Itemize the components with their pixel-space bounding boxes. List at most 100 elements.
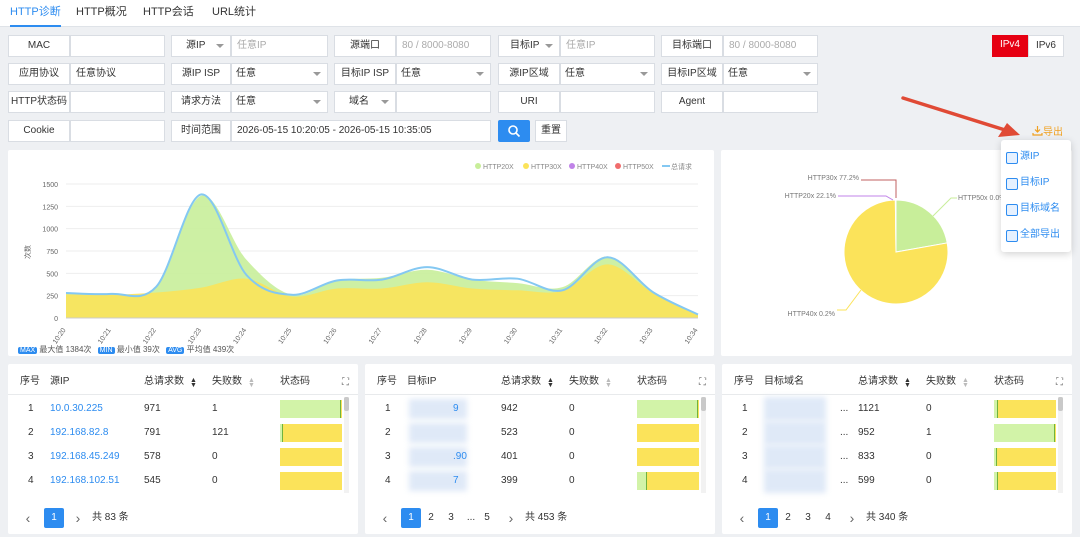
tab-http-diagnosis[interactable]: HTTP诊断 (10, 0, 61, 27)
prev-page-icon[interactable]: ‹ (375, 508, 395, 528)
column-header: 序号 (377, 376, 397, 387)
column-header: 状态码 (637, 376, 667, 387)
page-button[interactable]: 5 (477, 508, 497, 528)
dst-region-select[interactable]: 任意 (723, 63, 818, 85)
export-dst-ip[interactable]: 目标IP (1006, 173, 1049, 193)
dst-isp-select[interactable]: 任意 (396, 63, 491, 85)
min-tag: MIN (97, 347, 115, 354)
reset-button[interactable]: 重置 (535, 120, 567, 142)
dst-port-input[interactable]: 80 / 8000-8080 (723, 35, 818, 57)
ip-link[interactable]: .90 (453, 445, 467, 469)
tab-url-stats[interactable]: URL统计 (212, 0, 256, 27)
sort-icon[interactable]: ▲ ▼ (248, 377, 255, 389)
table-row[interactable]: 3 192.168.45.249 578 0 (8, 445, 344, 469)
pie-label: HTTP20x 22.1% (785, 193, 836, 200)
page-button[interactable]: 4 (818, 508, 838, 528)
uri-input[interactable] (560, 91, 655, 113)
search-button[interactable] (498, 120, 530, 142)
ip-link[interactable]: 9 (453, 397, 459, 421)
row-index: 2 (385, 427, 391, 438)
status-2xx-fill (637, 400, 698, 418)
export-all[interactable]: 全部导出 (1006, 225, 1060, 245)
mac-input[interactable] (70, 35, 165, 57)
sort-icon[interactable]: ▲ ▼ (962, 377, 969, 389)
ip-link[interactable]: 192.168.82.8 (50, 421, 108, 445)
page-button[interactable]: 1 (401, 508, 421, 528)
src-isp-select[interactable]: 任意 (231, 63, 328, 85)
expand-icon[interactable]: ⛶ (1056, 377, 1063, 388)
sort-icon[interactable]: ▲ ▼ (904, 377, 911, 389)
cookie-input[interactable] (70, 120, 165, 142)
next-page-icon[interactable]: › (842, 508, 862, 528)
table-row[interactable]: 4 7 399 0 (365, 469, 701, 493)
expand-icon[interactable]: ⛶ (342, 377, 349, 388)
table-row[interactable]: 2 192.168.82.8 791 121 (8, 421, 344, 445)
next-page-icon[interactable]: › (68, 508, 88, 528)
fail-count: 0 (926, 475, 932, 486)
time-range-input[interactable]: 2026-05-15 10:20:05 - 2026-05-15 10:35:0… (231, 120, 491, 142)
tab-http-session[interactable]: HTTP会话 (143, 0, 194, 27)
ipv4-toggle[interactable]: IPv4 (992, 35, 1028, 57)
src-ip-input[interactable]: 任意IP (231, 35, 328, 57)
src-port-input[interactable]: 80 / 8000-8080 (396, 35, 491, 57)
app-proto-input[interactable]: 任意协议 (70, 63, 165, 85)
prev-page-icon[interactable]: ‹ (732, 508, 752, 528)
page-button[interactable]: 2 (778, 508, 798, 528)
ip-link[interactable]: 10.0.30.225 (50, 397, 103, 421)
src-region-select[interactable]: 任意 (560, 63, 655, 85)
page-button[interactable]: 3 (441, 508, 461, 528)
status-code-input[interactable] (70, 91, 165, 113)
export-src-ip[interactable]: 源IP (1006, 147, 1039, 167)
ipv6-toggle[interactable]: IPv6 (1028, 35, 1064, 57)
ip-link[interactable]: 192.168.102.51 (50, 469, 120, 493)
scrollbar-thumb[interactable] (701, 397, 706, 411)
sort-icon[interactable]: ▲ ▼ (190, 377, 197, 389)
tab-http-overview[interactable]: HTTP概况 (76, 0, 127, 27)
column-header[interactable]: 总请求数 (501, 369, 541, 395)
prev-page-icon[interactable]: ‹ (18, 508, 38, 528)
dst-ip-input[interactable]: 任意IP (560, 35, 655, 57)
next-page-icon[interactable]: › (501, 508, 521, 528)
sort-icon[interactable]: ▲ ▼ (605, 377, 612, 389)
agent-input[interactable] (723, 91, 818, 113)
page-button[interactable]: 3 (798, 508, 818, 528)
status-code-bar (280, 424, 342, 442)
dst-ip-type-select[interactable]: 目标IP (498, 35, 560, 57)
page-button[interactable]: 1 (758, 508, 778, 528)
column-header[interactable]: 失败数 (569, 369, 599, 395)
column-header[interactable]: 总请求数 (144, 369, 184, 395)
table-row[interactable]: 3... 833 0 (722, 445, 1058, 469)
ip-link[interactable]: 192.168.45.249 (50, 445, 120, 469)
column-header[interactable]: 失败数 (212, 369, 242, 395)
export-button[interactable]: 导出 (1032, 125, 1063, 139)
domain-type-select[interactable]: 域名 (334, 91, 396, 113)
table-scrollbar[interactable] (1058, 397, 1063, 493)
expand-icon[interactable]: ⛶ (699, 377, 706, 388)
total-count-text: 共 340 条 (866, 512, 909, 523)
scrollbar-thumb[interactable] (1058, 397, 1063, 411)
table-row[interactable]: 1... 1121 0 (722, 397, 1058, 421)
table-row[interactable]: 2 523 0 (365, 421, 701, 445)
domain-input[interactable] (396, 91, 491, 113)
table-scrollbar[interactable] (344, 397, 349, 493)
page-button[interactable]: 2 (421, 508, 441, 528)
table-row[interactable]: 1 10.0.30.225 971 1 (8, 397, 344, 421)
ip-link[interactable]: 7 (453, 469, 459, 493)
status-bar-divider (697, 400, 699, 418)
export-dst-domain[interactable]: 目标域名 (1006, 199, 1060, 219)
sort-icon[interactable]: ▲ ▼ (547, 377, 554, 389)
page-button[interactable]: 1 (44, 508, 64, 528)
src-ip-type-select[interactable]: 源IP (171, 35, 231, 57)
table-row[interactable]: 1 9 942 0 (365, 397, 701, 421)
pie-label-line (861, 179, 897, 198)
column-header[interactable]: 失败数 (926, 369, 956, 395)
table-row[interactable]: 2... 952 1 (722, 421, 1058, 445)
x-tick-label: 10:25 (278, 327, 294, 345)
column-header[interactable]: 总请求数 (858, 369, 898, 395)
method-select[interactable]: 任意 (231, 91, 328, 113)
table-row[interactable]: 4 192.168.102.51 545 0 (8, 469, 344, 493)
table-scrollbar[interactable] (701, 397, 706, 493)
scrollbar-thumb[interactable] (344, 397, 349, 411)
table-row[interactable]: 3 .90 401 0 (365, 445, 701, 469)
table-row[interactable]: 4... 599 0 (722, 469, 1058, 493)
